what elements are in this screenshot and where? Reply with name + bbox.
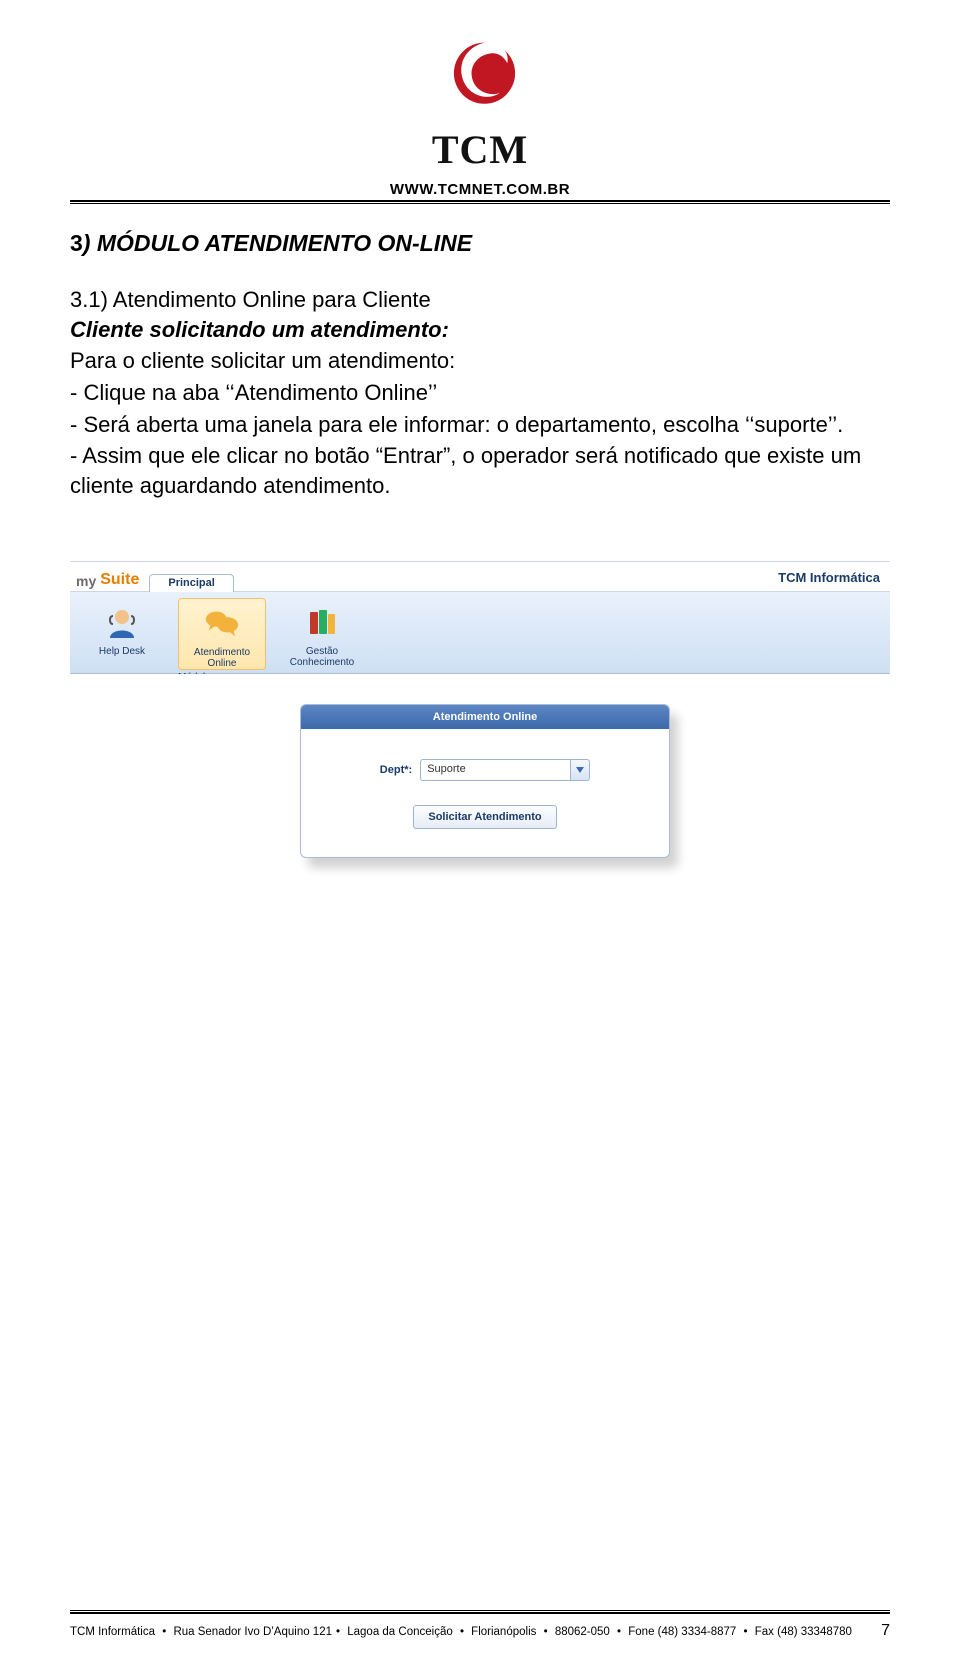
subsection-italic: Cliente solicitando um atendimento: xyxy=(70,317,449,342)
brand-my: my xyxy=(76,573,96,589)
chevron-down-icon[interactable] xyxy=(570,759,590,781)
tab-principal[interactable]: Principal xyxy=(149,574,233,592)
solicitar-atendimento-button[interactable]: Solicitar Atendimento xyxy=(413,805,556,829)
header-logo-block: TCM xyxy=(70,30,890,173)
footer-phone: Fone (48) 3334-8877 xyxy=(628,1626,736,1638)
dept-select-value: Suporte xyxy=(420,759,570,781)
para-intro: Para o cliente solicitar um atendimento: xyxy=(70,346,890,376)
footer-fax: Fax (48) 33348780 xyxy=(755,1626,852,1638)
atendimento-panel: Atendimento Online Dept*: Suporte Solici… xyxy=(300,704,670,858)
footer: TCM Informática • Rua Senador Ivo D’Aqui… xyxy=(70,1622,890,1640)
app-right-brand: TCM Informática xyxy=(778,570,880,591)
footer-city: Florianópolis xyxy=(471,1626,536,1638)
ribbon-gestao-conhecimento[interactable]: Gestão Conhecimento xyxy=(278,598,366,668)
footer-divider xyxy=(70,1610,890,1614)
subsection-lead: 3.1) Atendimento Online para Cliente xyxy=(70,287,431,312)
app-ribbon: Help Desk Atendimento Online xyxy=(70,592,890,674)
brand-suite: Suite xyxy=(100,571,139,589)
footer-zip: 88062-050 xyxy=(555,1626,610,1638)
header-url: WWW.TCMNET.COM.BR xyxy=(70,181,890,198)
page-number: 7 xyxy=(881,1622,890,1640)
header-divider xyxy=(70,200,890,204)
books-icon xyxy=(302,602,342,642)
app-screenshot: mySuite Principal TCM Informática xyxy=(70,561,890,934)
ribbon-atendimento-online[interactable]: Atendimento Online xyxy=(178,598,266,670)
tcm-swirl-icon xyxy=(435,30,525,120)
app-canvas: Atendimento Online Dept*: Suporte Solici… xyxy=(70,674,890,934)
dept-label: Dept*: xyxy=(380,764,412,776)
section-title-rest: ) MÓDULO ATENDIMENTO ON-LINE xyxy=(83,230,472,256)
bullet-3: - Assim que ele clicar no botão “Entrar”… xyxy=(70,441,890,500)
ribbon-atendimento-label: Atendimento Online xyxy=(179,647,265,669)
logo-text: TCM xyxy=(70,126,890,173)
bullet-2: - Será aberta uma janela para ele inform… xyxy=(70,410,890,440)
footer-addr2: Lagoa da Conceição xyxy=(347,1626,453,1638)
footer-company: TCM Informática xyxy=(70,1626,155,1638)
section-title: 3) MÓDULO ATENDIMENTO ON-LINE xyxy=(70,230,890,257)
panel-title: Atendimento Online xyxy=(301,705,669,729)
app-brand: mySuite xyxy=(76,571,139,591)
chat-bubbles-icon xyxy=(202,603,242,643)
section-num: 3 xyxy=(70,230,83,256)
ribbon-helpdesk[interactable]: Help Desk xyxy=(78,598,166,657)
ribbon-helpdesk-label: Help Desk xyxy=(78,646,166,657)
bullet-1: - Clique na aba ‘‘Atendimento Online’’ xyxy=(70,378,890,408)
app-topbar: mySuite Principal TCM Informática xyxy=(70,562,890,592)
ribbon-gestao-label: Gestão Conhecimento xyxy=(278,646,366,668)
helpdesk-icon xyxy=(102,602,142,642)
footer-addr1: Rua Senador Ivo D’Aquino 121 xyxy=(173,1626,332,1638)
dept-select[interactable]: Suporte xyxy=(420,759,590,781)
